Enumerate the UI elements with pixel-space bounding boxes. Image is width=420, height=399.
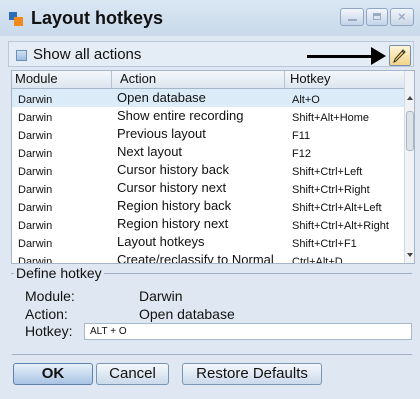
cell-hotkey: Shift+Ctrl+Alt+Right (292, 220, 389, 232)
cell-action: Open database (117, 90, 206, 105)
layout-hotkeys-window: Layout hotkeys × Show all actions Module… (0, 0, 420, 399)
cell-hotkey: F12 (292, 148, 311, 160)
module-label: Module: (25, 288, 75, 304)
app-icon (9, 12, 23, 26)
maximize-icon (373, 13, 381, 20)
cell-action: Region history next (117, 216, 229, 231)
action-value: Open database (139, 306, 235, 322)
cell-hotkey: Shift+Ctrl+Left (292, 166, 363, 178)
cell-module: Darwin (18, 238, 53, 250)
cell-module: Darwin (18, 202, 53, 214)
cell-action: Region history back (117, 198, 232, 213)
close-icon: × (398, 9, 406, 24)
define-hotkey-legend: Define hotkey (14, 265, 104, 281)
cell-hotkey: Shift+Ctrl+Right (292, 184, 370, 196)
table-row[interactable]: Darwin Cursor history next Shift+Ctrl+Ri… (12, 179, 404, 197)
annotation-arrow-line (307, 55, 373, 58)
cell-action: Cursor history next (117, 180, 227, 195)
minimize-button[interactable] (340, 8, 364, 26)
action-label: Action: (25, 306, 68, 322)
table-row[interactable]: Darwin Region history next Shift+Ctrl+Al… (12, 215, 404, 233)
cell-module: Darwin (18, 130, 53, 142)
table-row[interactable]: Darwin Cursor history back Shift+Ctrl+Le… (12, 161, 404, 179)
cell-action: Layout hotkeys (117, 234, 205, 249)
cell-action: Show entire recording (117, 108, 244, 123)
table-row[interactable]: Darwin Create/reclassify to Normal Ctrl+… (12, 251, 404, 264)
hotkey-label: Hotkey: (25, 323, 73, 339)
column-header-action[interactable]: Action (120, 71, 156, 88)
hotkey-input[interactable]: ALT + O (84, 323, 412, 340)
annotation-arrow-head (371, 47, 386, 65)
hotkeys-table: Module Action Hotkey Darwin Open databas… (11, 70, 415, 264)
cell-module: Darwin (18, 112, 53, 124)
table-row[interactable]: Darwin Next layout F12 (12, 143, 404, 161)
table-header: Module Action Hotkey (12, 71, 404, 89)
table-row[interactable]: Darwin Region history back Shift+Ctrl+Al… (12, 197, 404, 215)
cell-module: Darwin (18, 220, 53, 232)
divider (12, 354, 412, 355)
pencil-icon (393, 49, 406, 63)
actions-bar: Show all actions (8, 41, 414, 67)
cell-hotkey: Shift+Ctrl+F1 (292, 238, 357, 250)
cell-module: Darwin (18, 166, 53, 178)
cell-module: Darwin (18, 148, 53, 160)
restore-defaults-button[interactable]: Restore Defaults (182, 363, 322, 385)
scroll-thumb[interactable] (406, 111, 414, 151)
cell-hotkey: Shift+Ctrl+Alt+Left (292, 202, 382, 214)
cell-hotkey: Ctrl+Alt+D (292, 256, 343, 264)
show-all-label[interactable]: Show all actions (33, 46, 141, 63)
table-scrollbar[interactable] (404, 71, 414, 263)
scroll-up-icon[interactable] (407, 96, 413, 100)
cell-module: Darwin (18, 256, 53, 264)
window-title: Layout hotkeys (31, 8, 164, 28)
table-row[interactable]: Darwin Show entire recording Shift+Alt+H… (12, 107, 404, 125)
cell-action: Previous layout (117, 126, 206, 141)
cell-module: Darwin (18, 94, 53, 106)
cell-module: Darwin (18, 184, 53, 196)
table-row[interactable]: Darwin Open database Alt+O (12, 89, 404, 107)
cell-action: Next layout (117, 144, 183, 159)
cell-hotkey: F11 (292, 130, 311, 142)
cancel-button[interactable]: Cancel (96, 363, 169, 385)
table-row[interactable]: Darwin Layout hotkeys Shift+Ctrl+F1 (12, 233, 404, 251)
ok-button[interactable]: OK (13, 363, 93, 385)
table-row[interactable]: Darwin Previous layout F11 (12, 125, 404, 143)
edit-hotkey-button[interactable] (389, 45, 411, 66)
cell-hotkey: Shift+Alt+Home (292, 112, 370, 124)
column-header-module[interactable]: Module (15, 71, 58, 88)
cell-hotkey: Alt+O (292, 94, 320, 106)
maximize-button[interactable] (366, 8, 388, 26)
scroll-down-icon[interactable] (407, 253, 413, 257)
cell-action: Create/reclassify to Normal (117, 252, 274, 264)
minimize-icon (348, 19, 357, 21)
title-bar: Layout hotkeys × (0, 0, 420, 36)
column-header-hotkey[interactable]: Hotkey (290, 71, 330, 88)
cell-action: Cursor history back (117, 162, 229, 177)
module-value: Darwin (139, 288, 183, 304)
show-all-checkbox[interactable] (16, 50, 27, 61)
close-button[interactable]: × (390, 8, 414, 26)
